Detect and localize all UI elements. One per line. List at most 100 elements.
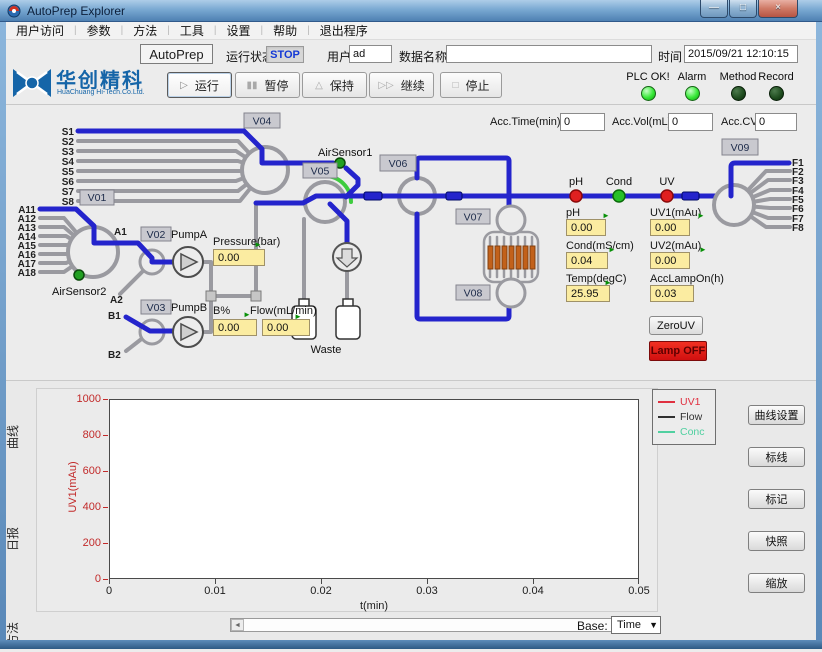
time-label: 时间 — [658, 48, 682, 65]
user-label: 用户 — [327, 48, 351, 65]
stop-button[interactable]: □停止 — [440, 72, 502, 98]
valve-v01[interactable] — [40, 218, 118, 277]
zoom-button[interactable]: 缩放 — [748, 573, 805, 593]
user-input[interactable]: ad — [349, 45, 392, 63]
window-border-bottom — [0, 640, 822, 649]
menu-settings[interactable]: 设置 — [217, 22, 261, 39]
menu-tools[interactable]: 工具 — [170, 22, 214, 39]
s-port-labels: S1 S2 S3 S4 S5 S6 S7 S8 — [62, 127, 75, 208]
pipe-connector — [364, 192, 382, 200]
ph-field: 0.00 — [566, 219, 606, 236]
b1-label: B1 — [108, 311, 121, 322]
airsensor1-label: AirSensor1 — [318, 147, 372, 159]
acclamp-label: AccLampOn(h) — [650, 273, 724, 285]
data-name-input[interactable] — [446, 45, 652, 63]
menu-exit[interactable]: 退出程序 — [310, 22, 378, 39]
waste-label: Waste — [311, 344, 342, 356]
legend-conc-label: Conc — [680, 426, 705, 438]
uv1-line-swatch — [658, 401, 675, 403]
ph-sensor-dot — [570, 190, 582, 202]
ph-label: pH — [566, 207, 580, 219]
resume-button-label: 继续 — [401, 77, 425, 94]
company-logo — [12, 66, 52, 105]
ph-dot-label: pH — [569, 176, 583, 188]
x-tick: 0.04 — [511, 585, 555, 597]
record-led — [769, 86, 784, 101]
indicator-arrow-icon: ► — [608, 246, 616, 254]
uv2-field: 0.00 — [650, 252, 690, 269]
chart-plot-area[interactable] — [109, 399, 639, 579]
marker-line-button[interactable]: 标线 — [748, 447, 805, 467]
maximize-button[interactable]: □ — [729, 0, 757, 18]
zero-uv-button[interactable]: ZeroUV — [649, 316, 703, 335]
pause-button[interactable]: ▮▮暂停 — [235, 72, 300, 98]
uv2-label: UV2(mAu) — [650, 240, 701, 252]
legend-item-conc: Conc — [658, 424, 710, 439]
run-button[interactable]: ▷运行 — [167, 72, 232, 98]
scroll-left-icon[interactable]: ◄ — [231, 619, 244, 631]
port-s8: S8 — [62, 197, 75, 208]
x-tick: 0 — [87, 585, 131, 597]
pipe-airsensor-to-v05 — [346, 168, 358, 197]
acc-time-label: Acc.Time(min) — [490, 116, 558, 128]
stop-icon: □ — [452, 80, 458, 91]
b2-label: B2 — [108, 350, 121, 361]
menu-user-access[interactable]: 用户访问 — [6, 22, 74, 39]
temp-field: 25.95 — [566, 285, 610, 302]
mark-button[interactable]: 标记 — [748, 489, 805, 509]
x-tick: 0.03 — [405, 585, 449, 597]
cond-field: 0.04 — [566, 252, 608, 269]
base-label: Base: — [577, 619, 608, 633]
valve-v02[interactable] — [120, 250, 164, 294]
flow-label: Flow(mL/min) — [250, 305, 317, 317]
snapshot-button[interactable]: 快照 — [748, 531, 805, 551]
acc-vol-field[interactable]: 0 — [668, 113, 713, 131]
x-tick: 0.01 — [193, 585, 237, 597]
menu-help[interactable]: 帮助 — [263, 22, 307, 39]
led-record-label: Record — [758, 71, 793, 83]
valve-chip-v01: V01 — [88, 192, 107, 204]
y-tick: 200 — [69, 537, 101, 549]
valve-v03[interactable] — [126, 320, 164, 351]
x-axis-label: t(min) — [309, 600, 439, 612]
pump-a[interactable] — [173, 247, 203, 277]
conc-line-swatch — [658, 431, 675, 433]
lamp-off-button[interactable]: Lamp OFF — [649, 341, 707, 361]
curve-settings-button[interactable]: 曲线设置 — [748, 405, 805, 425]
led-method-label: Method — [720, 71, 757, 83]
chromatography-column — [484, 232, 538, 282]
hold-button[interactable]: △保持 — [302, 72, 367, 98]
valve-v07[interactable] — [497, 206, 525, 234]
minimize-button[interactable]: — — [700, 0, 728, 18]
uv-dot-label: UV — [659, 176, 675, 188]
port-a18: A18 — [18, 268, 37, 279]
menu-method[interactable]: 方法 — [123, 22, 167, 39]
valve-v08[interactable] — [497, 279, 525, 307]
a2-label: A2 — [110, 295, 123, 306]
valve-chip-v03: V03 — [147, 302, 166, 314]
resume-button[interactable]: ▷▷继续 — [369, 72, 434, 98]
legend-uv1-label: UV1 — [680, 396, 700, 408]
company-subtitle: HuaChuang Hi-Tech.Co.Ltd. — [57, 89, 145, 96]
acc-cv-field[interactable]: 0 — [755, 113, 797, 131]
airsensor2-dot — [74, 270, 84, 280]
acc-time-field[interactable]: 0 — [560, 113, 605, 131]
valve-v09[interactable] — [714, 171, 790, 227]
side-tab-curve[interactable]: 曲线 — [4, 419, 21, 455]
valve-chip-v06: V06 — [389, 158, 408, 170]
b-percent-field: 0.00 — [213, 319, 257, 336]
app-name-box: AutoPrep — [140, 44, 213, 64]
menu-parameters[interactable]: 参数 — [77, 22, 121, 39]
base-dropdown[interactable]: Time ▼ — [611, 616, 661, 634]
a1-label: A1 — [114, 227, 127, 238]
menu-bar: 用户访问| 参数| 方法| 工具| 设置| 帮助| 退出程序 — [6, 22, 816, 40]
pump-a-label: PumpA — [171, 229, 208, 241]
hold-button-label: 保持 — [330, 77, 354, 94]
valve-chip-v09: V09 — [731, 142, 750, 154]
y-tick: 0 — [69, 573, 101, 585]
close-button[interactable]: × — [758, 0, 798, 18]
indicator-arrow-icon: ► — [697, 212, 705, 220]
a-port-labels: A11 A12 A13 A14 A15 A16 A17 A18 — [18, 205, 37, 279]
pump-b[interactable] — [173, 317, 203, 347]
side-tab-report[interactable]: 日报 — [4, 521, 21, 557]
